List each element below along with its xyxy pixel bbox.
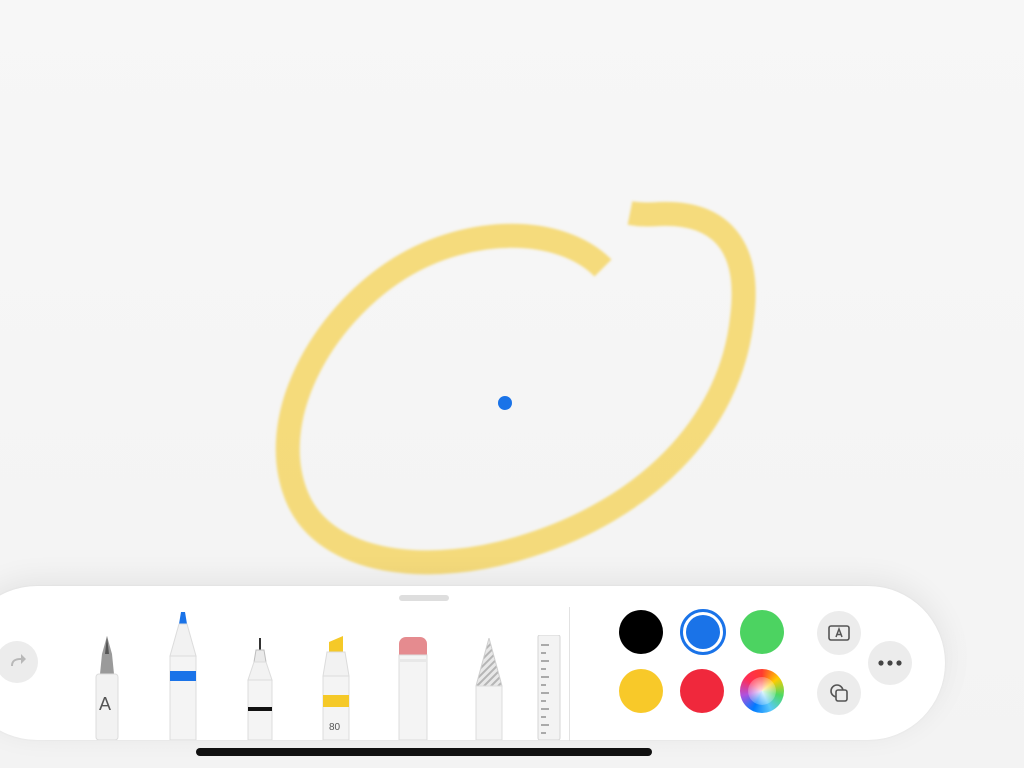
marker-icon [169,612,197,741]
fineliner-tool[interactable] [246,638,274,741]
ruler-tool[interactable] [537,634,561,741]
eraser-icon [398,637,428,741]
color-swatch-yellow[interactable] [619,669,663,713]
color-swatch-black[interactable] [619,610,663,654]
home-indicator[interactable] [196,748,652,756]
color-picker-multicolor[interactable] [740,669,784,713]
ruler-icon [537,634,561,741]
color-swatch-blue[interactable] [686,615,720,649]
highlighter-tool[interactable]: 80 [321,636,351,741]
highlighter-stroke [275,201,756,575]
highlighter-opacity-label: 80 [329,722,341,733]
marker-tool[interactable] [168,612,198,741]
pencil-tool[interactable] [474,636,504,741]
pencil-icon [475,636,503,741]
shapes-icon [830,684,848,702]
redo-arrow-icon [11,654,26,666]
fineliner-icon [247,638,273,741]
color-swatch-red[interactable] [680,669,724,713]
markup-toolbar [0,586,945,740]
pen-tool-label: A [99,694,112,714]
toolbar-grabber-handle[interactable] [399,595,449,601]
more-options-button[interactable] [868,641,912,685]
more-options-icon [878,660,902,666]
text-box-icon [828,625,850,641]
text-box-button[interactable] [817,611,861,655]
color-swatch-green[interactable] [740,610,784,654]
cursor-dot [498,396,512,410]
pen-tool[interactable]: A [92,636,122,741]
pen-icon [95,636,119,741]
shapes-button[interactable] [817,671,861,715]
color-picker-center [748,677,776,705]
eraser-tool[interactable] [398,637,428,741]
toolbar-separator [569,607,570,741]
